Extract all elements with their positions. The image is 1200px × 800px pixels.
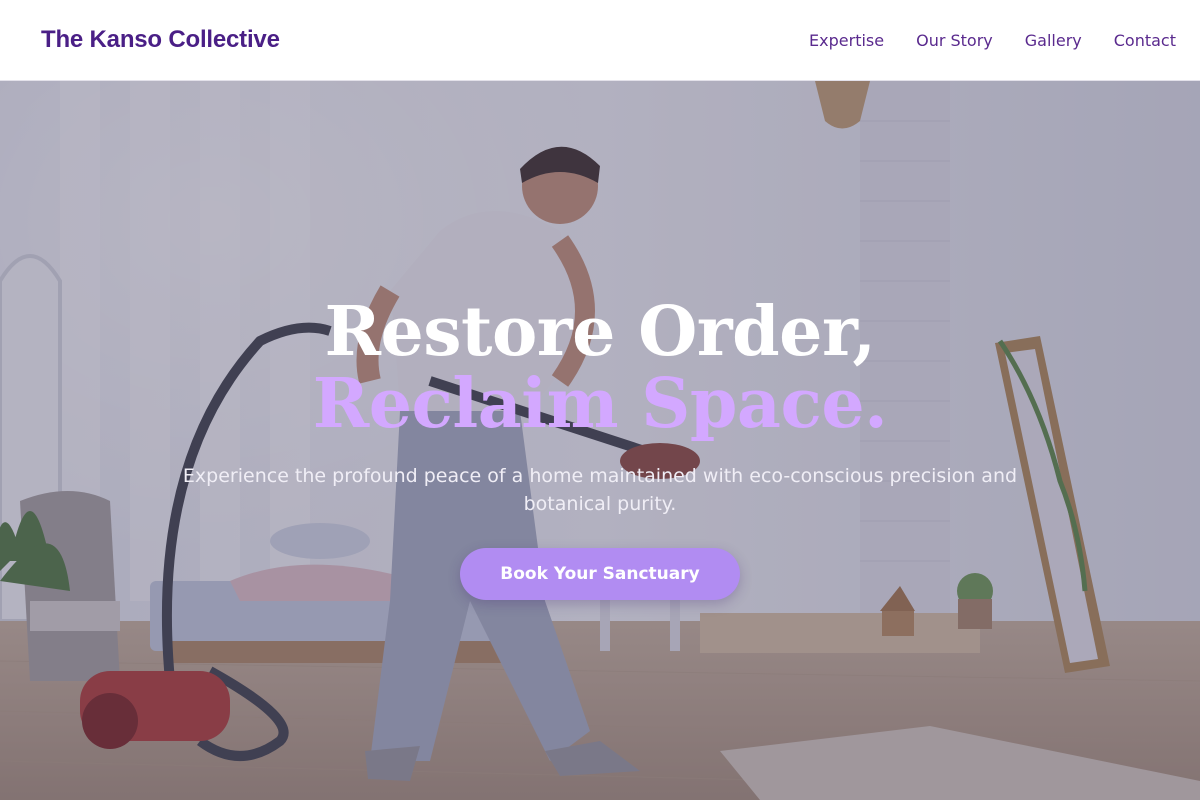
nav-link-gallery[interactable]: Gallery bbox=[1025, 31, 1082, 50]
hero-subtitle: Experience the profound peace of a home … bbox=[182, 465, 1018, 515]
site-header: The Kanso Collective Expertise Our Story… bbox=[0, 0, 1200, 81]
main-nav: Expertise Our Story Gallery Contact bbox=[809, 31, 1176, 50]
brand-logo[interactable]: The Kanso Collective bbox=[41, 26, 280, 54]
hero-section: Restore Order, Reclaim Space. Experience… bbox=[0, 81, 1200, 800]
hero-content: Restore Order, Reclaim Space. Experience… bbox=[0, 296, 1200, 600]
headline-line-2: Reclaim Space. bbox=[312, 364, 888, 444]
nav-link-our-story[interactable]: Our Story bbox=[916, 31, 993, 50]
nav-link-contact[interactable]: Contact bbox=[1114, 31, 1176, 50]
headline-line-1: Restore Order, bbox=[324, 292, 876, 372]
nav-link-expertise[interactable]: Expertise bbox=[809, 31, 884, 50]
hero-headline: Restore Order, Reclaim Space. bbox=[0, 296, 1200, 440]
book-sanctuary-button[interactable]: Book Your Sanctuary bbox=[460, 548, 740, 600]
